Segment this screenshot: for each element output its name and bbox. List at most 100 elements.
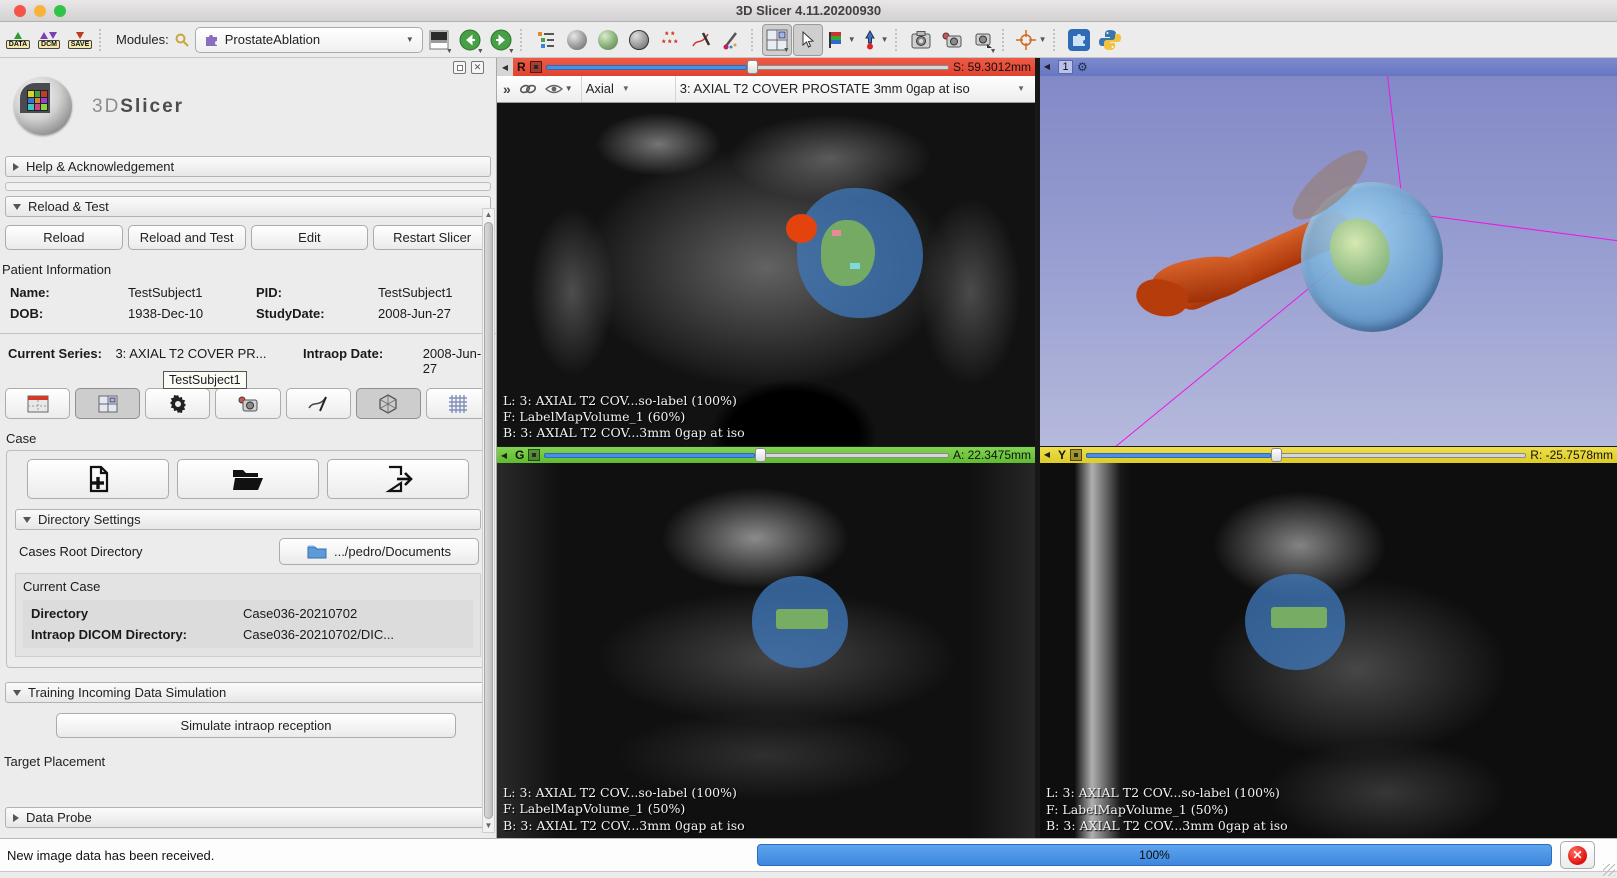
edit-button[interactable]: Edit <box>251 225 369 250</box>
minimize-window-button[interactable] <box>34 5 46 17</box>
orientation-selector[interactable]: Axial ▼ <box>581 76 667 102</box>
layout-selector-button[interactable]: ▼ <box>762 24 792 56</box>
red-slice-slider[interactable] <box>546 59 949 75</box>
green-slice-offset: A: 22.3475mm <box>953 448 1031 462</box>
chevron-down-icon: ▼ <box>406 35 414 44</box>
cases-root-directory-button[interactable]: .../pedro/Documents <box>279 538 479 565</box>
load-data-icon: DATA <box>6 31 30 49</box>
reload-test-section[interactable]: Reload & Test <box>5 196 491 217</box>
dicom-button[interactable]: DCM <box>34 24 64 56</box>
slice-intersection-icon[interactable] <box>528 449 540 461</box>
panel-scrollbar[interactable]: ▲ ▼ <box>482 208 495 833</box>
help-acknowledgement-section[interactable]: Help & Acknowledgement <box>5 156 491 177</box>
screenshot-button[interactable] <box>906 24 936 56</box>
resize-grip[interactable] <box>1603 864 1615 876</box>
four-up-layout-button[interactable] <box>75 388 140 419</box>
pin-icon[interactable]: ◀ <box>497 451 511 460</box>
red-slice-view[interactable]: L: 3: AXIAL T2 COV...so-label (100%) F: … <box>497 103 1035 446</box>
module-history-back-button[interactable]: ▼ <box>455 24 485 56</box>
extensions-manager-button[interactable] <box>1064 24 1094 56</box>
annotations-button[interactable]: * ** * * <box>655 24 685 56</box>
segmentations-button[interactable] <box>593 24 623 56</box>
close-panel-icon[interactable]: ✕ <box>471 61 484 74</box>
scene-view-capture-button[interactable] <box>937 24 967 56</box>
red-slider-handle[interactable] <box>747 60 758 74</box>
chevron-down-icon: ▼ <box>446 48 453 55</box>
cube-3d-button[interactable] <box>356 388 421 419</box>
reload-and-test-button[interactable]: Reload and Test <box>128 225 246 250</box>
visibility-eye-button[interactable]: ▼ <box>545 82 573 96</box>
undock-panel-icon[interactable] <box>453 61 466 74</box>
view-options-gear-icon[interactable]: ⚙ <box>1077 60 1088 74</box>
transforms-icon <box>629 30 649 50</box>
settings-button[interactable] <box>145 388 210 419</box>
pin-icon[interactable]: ◀ <box>1040 62 1054 71</box>
yellow-slider-handle[interactable] <box>1271 448 1282 462</box>
table-layout-button[interactable] <box>5 388 70 419</box>
volume-rendering-button[interactable] <box>562 24 592 56</box>
load-data-button[interactable]: DATA <box>3 24 33 56</box>
green-corner-annotation: L: 3: AXIAL T2 COV...so-label (100%) F: … <box>503 785 745 834</box>
scroll-down-icon[interactable]: ▼ <box>485 820 493 832</box>
green-view-letter: G <box>515 448 524 462</box>
link-views-icon[interactable] <box>519 81 537 97</box>
close-case-button[interactable] <box>327 459 469 499</box>
case-camera-button[interactable] <box>215 388 280 419</box>
green-slice-view[interactable]: L: 3: AXIAL T2 COV...so-label (100%) F: … <box>497 463 1035 838</box>
current-series-row: Current Series: 3: AXIAL T2 COVER PR... … <box>8 346 494 376</box>
current-series-label: Current Series: <box>8 346 115 361</box>
scroll-up-icon[interactable]: ▲ <box>485 209 493 221</box>
subject-hierarchy-button[interactable] <box>531 24 561 56</box>
reload-button[interactable]: Reload <box>5 225 123 250</box>
slice-intersection-icon[interactable] <box>1070 449 1082 461</box>
module-selector[interactable]: ProstateAblation ▼ <box>195 27 423 53</box>
chevron-right-icon <box>13 163 19 171</box>
simulate-intraop-reception-button[interactable]: Simulate intraop reception <box>56 713 456 738</box>
red-view-letter: R <box>517 60 526 74</box>
threed-view[interactable] <box>1040 76 1617 446</box>
save-button[interactable]: SAVE <box>65 24 95 56</box>
red-slice-bar: ◀ R S: 59.3012mm <box>497 58 1035 76</box>
data-probe-section[interactable]: Data Probe <box>5 807 491 828</box>
open-case-button[interactable] <box>177 459 319 499</box>
cyan-marker <box>850 263 860 269</box>
markups-curve-button[interactable] <box>686 24 716 56</box>
chevron-down-icon: ▼ <box>1039 35 1047 44</box>
training-simulation-section[interactable]: Training Incoming Data Simulation <box>5 682 491 703</box>
toolbar-separator <box>1053 29 1060 51</box>
more-controls-button[interactable]: » <box>503 81 511 97</box>
red-slice-controller: » ▼ Axial ▼ 3: AXIAL T2 COVER PROSTATE 3… <box>497 76 1035 103</box>
yellow-slice-view[interactable]: L: 3: AXIAL T2 COV...so-label (100%) F: … <box>1040 463 1617 838</box>
close-window-button[interactable] <box>14 5 26 17</box>
module-panel: ✕ 3DSlicer Help & Acknowledgement Reload… <box>0 58 497 838</box>
transforms-button[interactable] <box>624 24 654 56</box>
yellow-slice-slider[interactable] <box>1086 447 1526 463</box>
mouse-interaction-button[interactable] <box>793 24 823 56</box>
current-case-title: Current Case <box>23 579 473 594</box>
scene-view-restore-button[interactable]: ▼ <box>968 24 998 56</box>
pin-icon[interactable]: ◀ <box>1040 450 1054 459</box>
paint-effect-button[interactable] <box>717 24 747 56</box>
cancel-progress-button[interactable]: ✕ <box>1560 841 1595 869</box>
restart-slicer-button[interactable]: Restart Slicer <box>373 225 491 250</box>
green-slice-slider[interactable] <box>544 447 949 463</box>
zoom-window-button[interactable] <box>54 5 66 17</box>
python-console-button[interactable] <box>1095 24 1125 56</box>
name-label: Name: <box>10 285 128 300</box>
slice-intersection-icon[interactable] <box>530 61 542 73</box>
needle-guidance-button[interactable] <box>286 388 351 419</box>
directory-settings-section[interactable]: Directory Settings <box>15 509 481 530</box>
crosshair-button[interactable]: ▼ <box>1013 24 1049 56</box>
window-level-button[interactable]: ▼ <box>824 24 858 56</box>
green-slider-handle[interactable] <box>755 448 766 462</box>
window-title: 3D Slicer 4.11.20200930 <box>0 3 1617 18</box>
scrollbar-thumb[interactable] <box>484 222 493 819</box>
pin-icon[interactable]: ◀ <box>497 58 513 76</box>
module-panel-toggle-button[interactable]: ▼ <box>424 24 454 56</box>
fiducial-placement-button[interactable]: ▼ <box>859 24 891 56</box>
module-search-icon[interactable] <box>174 32 190 48</box>
volume-selector[interactable]: 3: AXIAL T2 COVER PROSTATE 3mm 0gap at i… <box>675 76 1029 102</box>
create-case-button[interactable] <box>27 459 169 499</box>
module-history-forward-button[interactable]: ▼ <box>486 24 516 56</box>
chevron-right-icon <box>13 814 19 822</box>
